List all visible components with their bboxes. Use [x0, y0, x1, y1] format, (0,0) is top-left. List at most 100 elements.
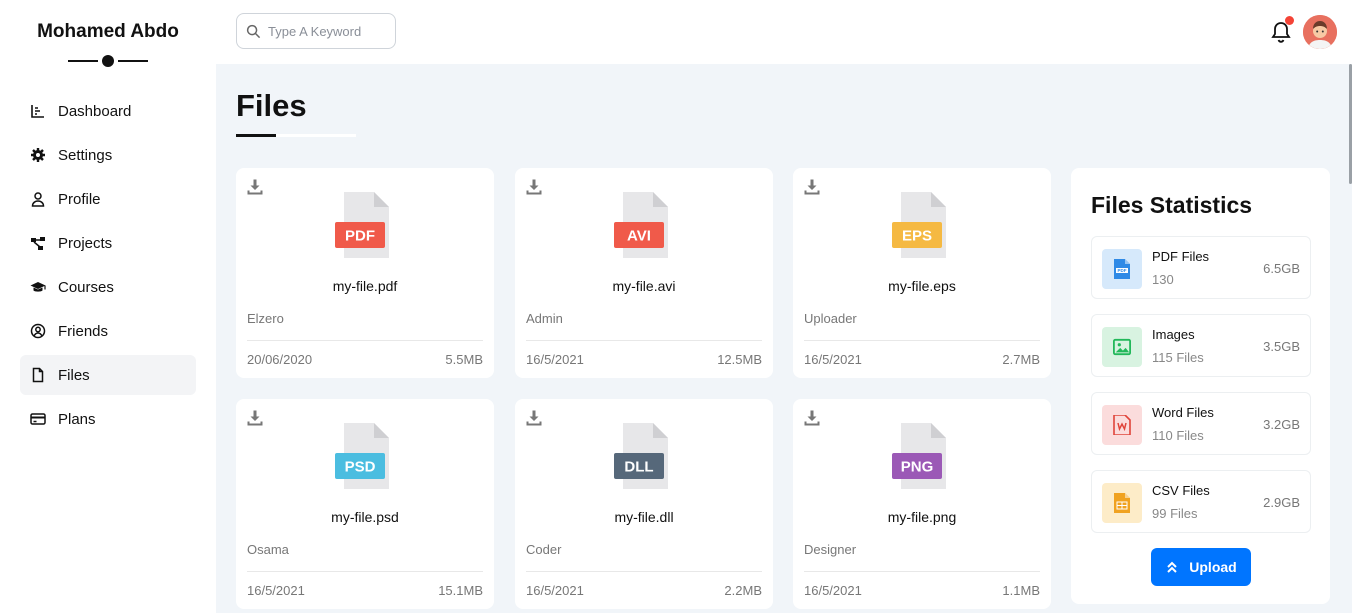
- gear-icon: [31, 148, 45, 162]
- search-icon: [246, 24, 261, 38]
- chart-icon: [31, 105, 44, 118]
- stat-size: 6.5GB: [1263, 261, 1300, 276]
- file-date: 16/5/2021: [804, 583, 862, 598]
- sidebar-item-label: Profile: [58, 190, 101, 208]
- sidebar-item-label: Projects: [58, 234, 113, 252]
- file-owner: Designer: [804, 542, 857, 557]
- stat-size: 3.5GB: [1263, 339, 1300, 354]
- file-name: my-file.psd: [331, 509, 399, 525]
- stat-size: 2.9GB: [1263, 495, 1300, 510]
- brand-decoration: [0, 51, 216, 71]
- download-icon[interactable]: [525, 178, 543, 196]
- file-size: 2.2MB: [724, 583, 762, 598]
- search-input[interactable]: Type A Keyword: [236, 13, 396, 49]
- sidebar-item-projects[interactable]: Projects: [20, 223, 196, 263]
- svg-text:PDF: PDF: [1118, 268, 1127, 273]
- file-name: my-file.avi: [612, 278, 676, 294]
- stat-name: Images: [1152, 327, 1195, 342]
- file-owner: Osama: [247, 542, 289, 557]
- file-date: 16/5/2021: [526, 352, 584, 367]
- graduation-cap-icon: [30, 282, 46, 292]
- file-date: 16/5/2021: [804, 352, 862, 367]
- file-card[interactable]: PNG my-file.png Designer 16/5/2021 1.1MB: [793, 399, 1051, 609]
- download-icon[interactable]: [803, 409, 821, 427]
- page-title: Files: [236, 88, 307, 123]
- sidebar-item-label: Settings: [58, 146, 113, 164]
- sidebar: Mohamed Abdo Dashboard Settings Profile …: [0, 0, 216, 613]
- file-type-label: PSD: [345, 459, 376, 476]
- sidebar-item-files[interactable]: Files: [20, 355, 196, 395]
- sidebar-item-label: Files: [58, 366, 90, 384]
- file-card[interactable]: EPS my-file.eps Uploader 16/5/2021 2.7MB: [793, 168, 1051, 378]
- sidebar-nav: Dashboard Settings Profile Projects Cour…: [20, 91, 196, 443]
- file-type-label: PNG: [901, 459, 934, 476]
- sidebar-item-plans[interactable]: Plans: [20, 399, 196, 439]
- top-header: Type A Keyword: [216, 0, 1352, 64]
- notification-dot: [1285, 16, 1294, 25]
- file-name: my-file.png: [887, 509, 957, 525]
- sidebar-item-dashboard[interactable]: Dashboard: [20, 91, 196, 131]
- upload-button[interactable]: Upload: [1151, 548, 1251, 586]
- file-size: 2.7MB: [1002, 352, 1040, 367]
- file-type-label: AVI: [627, 228, 651, 245]
- sidebar-item-label: Dashboard: [58, 102, 132, 120]
- sidebar-item-friends[interactable]: Friends: [20, 311, 196, 351]
- file-size: 15.1MB: [438, 583, 483, 598]
- file-date: 16/5/2021: [247, 583, 305, 598]
- image-icon: [1102, 327, 1142, 367]
- file-owner: Uploader: [804, 311, 857, 326]
- stat-item: Images 115 Files 3.5GB: [1091, 314, 1311, 377]
- file-type-icon: PSD: [335, 423, 389, 489]
- file-type-icon: DLL: [614, 423, 668, 489]
- title-underline: [236, 134, 356, 137]
- file-type-label: DLL: [624, 459, 653, 476]
- sidebar-item-label: Plans: [58, 410, 96, 428]
- stat-count: 99 Files: [1152, 506, 1198, 521]
- file-owner: Elzero: [247, 311, 284, 326]
- user-circle-icon: [30, 323, 46, 339]
- file-card[interactable]: PDF my-file.pdf Elzero 20/06/2020 5.5MB: [236, 168, 494, 378]
- stat-count: 110 Files: [1152, 428, 1204, 443]
- upload-label: Upload: [1189, 559, 1237, 575]
- file-name: my-file.eps: [888, 278, 956, 294]
- file-icon: [32, 367, 44, 383]
- stat-item: PDF PDF Files 130 6.5GB: [1091, 236, 1311, 299]
- file-owner: Admin: [526, 311, 563, 326]
- download-icon[interactable]: [803, 178, 821, 196]
- stat-item: Word Files 110 Files 3.2GB: [1091, 392, 1311, 455]
- download-icon[interactable]: [246, 409, 264, 427]
- stat-name: Word Files: [1152, 405, 1214, 420]
- stat-name: PDF Files: [1152, 249, 1210, 264]
- search-placeholder: Type A Keyword: [268, 23, 362, 39]
- file-card[interactable]: DLL my-file.dll Coder 16/5/2021 2.2MB: [515, 399, 773, 609]
- avatar[interactable]: [1303, 15, 1337, 49]
- stat-size: 3.2GB: [1263, 417, 1300, 432]
- file-size: 12.5MB: [717, 352, 762, 367]
- double-chevron-up-icon: [1167, 561, 1177, 573]
- sidebar-item-settings[interactable]: Settings: [20, 135, 196, 175]
- stat-item: CSV Files 99 Files 2.9GB: [1091, 470, 1311, 533]
- credit-card-icon: [30, 413, 46, 425]
- download-icon[interactable]: [246, 178, 264, 196]
- file-card[interactable]: AVI my-file.avi Admin 16/5/2021 12.5MB: [515, 168, 773, 378]
- file-size: 5.5MB: [445, 352, 483, 367]
- diagram-icon: [31, 237, 45, 250]
- stat-count: 115 Files: [1152, 350, 1204, 365]
- sidebar-item-courses[interactable]: Courses: [20, 267, 196, 307]
- sidebar-item-label: Courses: [58, 278, 114, 296]
- file-type-label: EPS: [902, 228, 932, 245]
- file-date: 16/5/2021: [526, 583, 584, 598]
- stat-name: CSV Files: [1152, 483, 1210, 498]
- file-name: my-file.dll: [614, 509, 674, 525]
- brand-name: Mohamed Abdo: [37, 21, 179, 42]
- file-type-icon: PNG: [892, 423, 946, 489]
- file-card[interactable]: PSD my-file.psd Osama 16/5/2021 15.1MB: [236, 399, 494, 609]
- csv-file-icon: [1102, 483, 1142, 523]
- file-type-icon: AVI: [614, 192, 668, 258]
- files-statistics-title: Files Statistics: [1091, 192, 1253, 218]
- file-date: 20/06/2020: [247, 352, 313, 367]
- file-size: 1.1MB: [1002, 583, 1040, 598]
- download-icon[interactable]: [525, 409, 543, 427]
- file-name: my-file.pdf: [332, 278, 398, 294]
- sidebar-item-profile[interactable]: Profile: [20, 179, 196, 219]
